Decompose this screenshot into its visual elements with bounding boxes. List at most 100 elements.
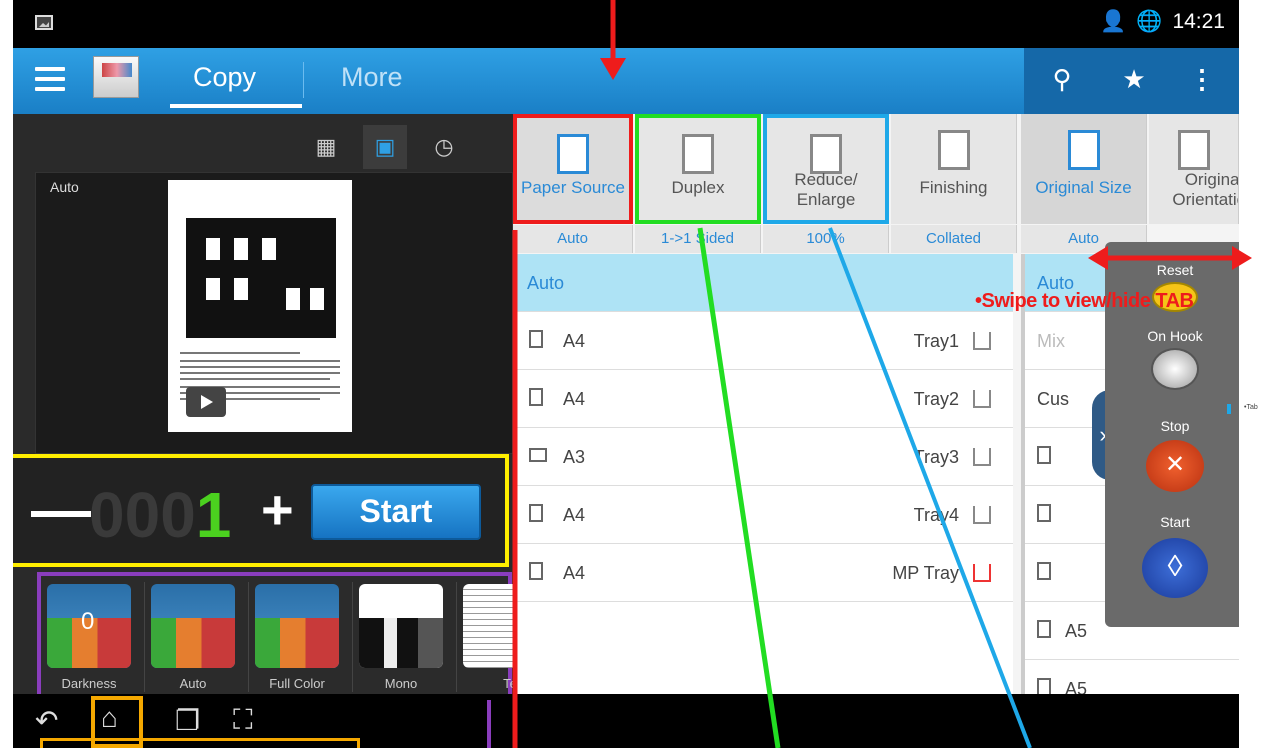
tray-level-icon: [973, 506, 991, 524]
option-paper-source[interactable]: Paper Source: [513, 114, 633, 224]
option-original-orientation[interactable]: Original Orientation: [1149, 114, 1239, 224]
tab-divider: [303, 62, 304, 98]
paper-source-list: Auto A4 Tray1 A4 Tray2 A3 Tray3 A4 Tray4…: [513, 254, 1013, 694]
list-item[interactable]: A3 Tray3: [513, 428, 1013, 486]
recent-apps-icon[interactable]: ❐: [175, 704, 200, 737]
list-item[interactable]: A4 Tray2: [513, 370, 1013, 428]
back-icon[interactable]: ↶: [35, 704, 58, 737]
preview-view-icon[interactable]: ▣: [363, 125, 407, 169]
tray-name: MP Tray: [892, 563, 959, 583]
color-mode-label: Full Color: [269, 676, 325, 691]
option-original-size[interactable]: Original Size: [1021, 114, 1147, 224]
page-icon: [529, 388, 543, 406]
action-icons-group: ⚲ ★ ⋮: [1024, 48, 1239, 114]
color-mode-label: Text: [503, 676, 517, 691]
option-label: Finishing: [919, 178, 988, 197]
color-mode-strip: 0 Darkness Auto Full Color Mono Text: [37, 572, 517, 700]
option-label: Duplex: [671, 178, 725, 197]
page-icon: [529, 330, 543, 348]
page-icon: [1037, 620, 1051, 638]
clock-time: 14:21: [1172, 10, 1225, 33]
job-status-icon[interactable]: ◷: [431, 134, 457, 160]
tab-selected-indicator: [170, 104, 302, 108]
duplex-value: 1->1 Sided: [635, 225, 761, 253]
finishing-icon: [937, 130, 970, 170]
copy-count-display[interactable]: 0001: [89, 478, 231, 552]
increase-count-button[interactable]: +: [261, 482, 294, 538]
bottom-strip: [513, 694, 1239, 748]
start-button[interactable]: Start: [311, 484, 481, 540]
on-hook-label: On Hook: [1147, 328, 1203, 344]
color-mode-auto[interactable]: Auto: [145, 582, 249, 696]
hamburger-menu-icon[interactable]: [35, 67, 65, 93]
color-mode-label: Mono: [384, 676, 418, 691]
page-icon: [529, 504, 543, 522]
color-mode-full-color[interactable]: Full Color: [249, 582, 353, 696]
status-bar: 👤 🌐 14:21: [13, 0, 1239, 48]
tray-level-icon: [973, 390, 991, 408]
preview-panel: ▦ ▣ ◷ Auto — 0001 + Start 0 Darkness Aut…: [13, 114, 517, 700]
option-label: Original Orientation: [1172, 170, 1239, 209]
stop-label: Stop: [1160, 418, 1190, 434]
page-icon: [1037, 562, 1051, 580]
paper-size: Auto: [527, 273, 565, 293]
page-icon: [1037, 446, 1051, 464]
play-icon[interactable]: [186, 387, 226, 417]
count-value: 1: [195, 479, 232, 551]
tray-name: Tray4: [913, 505, 959, 525]
tab-annotation-label: •Tab: [1244, 404, 1258, 411]
color-mode-darkness[interactable]: 0 Darkness: [41, 582, 145, 696]
tray-level-icon: [973, 448, 991, 466]
list-item[interactable]: Auto: [513, 254, 1013, 312]
list-item[interactable]: A4 MP Tray: [513, 544, 1013, 602]
overflow-menu-icon[interactable]: ⋮: [1184, 64, 1220, 95]
decrease-count-button[interactable]: —: [31, 480, 91, 540]
tray-name: Tray1: [913, 331, 959, 351]
screenshot-icon[interactable]: ⛶: [233, 704, 253, 737]
grid-view-icon[interactable]: ▦: [313, 134, 339, 160]
paper-size: A4: [563, 389, 586, 409]
finishing-value: Collated: [891, 225, 1017, 253]
annotation-line-orange: [40, 738, 360, 748]
size-label: A5: [1065, 621, 1088, 641]
paper-size: A4: [563, 563, 586, 583]
preview-mode-label: Auto: [50, 179, 79, 195]
reduce-enlarge-icon: [810, 134, 842, 174]
option-reduce-enlarge[interactable]: Reduce/ Enlarge: [763, 114, 889, 224]
paper-size: A4: [563, 331, 586, 351]
copy-app-icon: [93, 56, 139, 98]
star-icon[interactable]: ★: [1116, 64, 1152, 95]
option-label: Reduce/ Enlarge: [794, 170, 858, 209]
hard-start-button[interactable]: ◊: [1142, 538, 1208, 598]
paper-source-icon: [557, 134, 589, 174]
duplex-icon: [682, 134, 714, 174]
start-label: Start: [1160, 514, 1190, 530]
tab-more[interactable]: More: [341, 62, 403, 93]
tray-level-icon: [973, 332, 991, 350]
home-icon[interactable]: ⌂: [101, 702, 118, 734]
orientation-icon: [1177, 130, 1210, 170]
on-hook-button[interactable]: [1151, 348, 1199, 390]
color-mode-mono[interactable]: Mono: [353, 582, 457, 699]
original-size-icon: [1067, 130, 1100, 170]
color-mode-label: Darkness: [61, 676, 117, 691]
search-icon[interactable]: ⚲: [1044, 64, 1080, 95]
document-preview: Auto: [35, 172, 513, 454]
swipe-annotation: •Swipe to view/hide TAB: [975, 290, 1194, 312]
page-landscape-icon: [529, 448, 547, 462]
color-mode-text[interactable]: Text: [457, 582, 517, 696]
page-icon: [1037, 504, 1051, 522]
option-duplex[interactable]: Duplex: [635, 114, 761, 224]
list-item[interactable]: A4 Tray1: [513, 312, 1013, 370]
copy-count-area: — 0001 + Start: [13, 454, 509, 567]
reduce-enlarge-value: 100%: [763, 225, 889, 253]
gallery-notification-icon: [35, 15, 53, 30]
tab-copy[interactable]: Copy: [193, 62, 256, 93]
option-finishing[interactable]: Finishing: [891, 114, 1017, 224]
paper-size: A3: [563, 447, 586, 467]
option-label: Original Size: [1035, 178, 1132, 197]
list-item[interactable]: A4 Tray4: [513, 486, 1013, 544]
globe-icon: 🌐: [1136, 10, 1163, 33]
stop-button[interactable]: ✕: [1146, 440, 1204, 492]
size-label: Mix: [1037, 331, 1065, 351]
